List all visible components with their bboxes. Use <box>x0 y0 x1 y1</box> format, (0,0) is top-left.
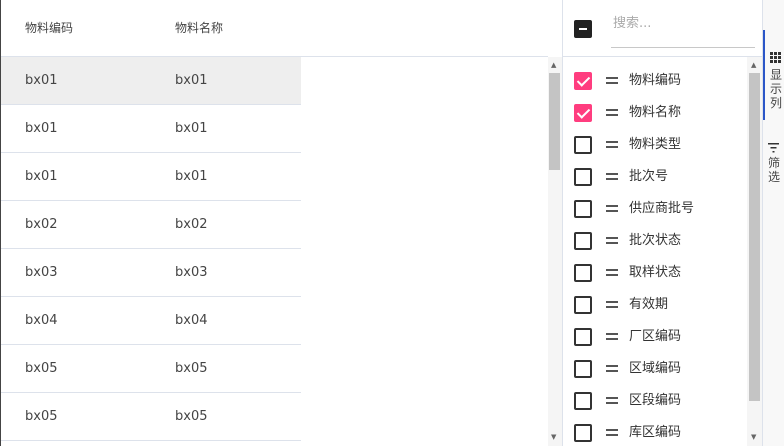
column-label: 批次号 <box>629 169 669 184</box>
column-list-item[interactable]: 有效期 <box>563 289 747 321</box>
grid-header: 物料编码 物料名称 <box>1 0 548 57</box>
cell-material-code[interactable]: bx01 <box>25 153 58 200</box>
grid-vertical-scrollbar[interactable]: ▲ ▼ <box>548 57 562 446</box>
column-visibility-checkbox[interactable] <box>574 424 592 442</box>
cell-material-code[interactable]: bx01 <box>25 57 58 104</box>
columns-panel-header <box>563 0 763 57</box>
column-visibility-checkbox[interactable] <box>574 136 592 154</box>
cell-material-code[interactable]: bx05 <box>25 345 58 392</box>
column-label: 物料类型 <box>629 137 682 152</box>
cell-material-name[interactable]: bx03 <box>175 249 208 296</box>
drag-handle-icon[interactable] <box>606 77 618 85</box>
column-label: 物料编码 <box>629 73 682 88</box>
column-label: 区段编码 <box>629 393 682 408</box>
table-row[interactable]: bx01 bx01 <box>1 57 301 105</box>
cell-material-name[interactable]: bx01 <box>175 153 208 200</box>
drag-handle-icon[interactable] <box>606 365 618 373</box>
column-visibility-checkbox[interactable] <box>574 264 592 282</box>
scroll-down-arrow-icon[interactable]: ▼ <box>751 433 756 441</box>
column-visibility-checkbox[interactable] <box>574 168 592 186</box>
cell-material-code[interactable]: bx03 <box>25 249 58 296</box>
column-search-input[interactable] <box>611 10 755 48</box>
column-label: 供应商批号 <box>629 201 695 216</box>
cell-material-name[interactable]: bx02 <box>175 201 208 248</box>
column-label: 库区编码 <box>629 425 682 440</box>
column-visibility-checkbox[interactable] <box>574 392 592 410</box>
tab-filters[interactable]: 筛选 <box>763 130 784 190</box>
column-label: 厂区编码 <box>629 329 682 344</box>
drag-handle-icon[interactable] <box>606 397 618 405</box>
column-list-item[interactable]: 物料编码 <box>563 65 747 97</box>
cell-material-name[interactable]: bx05 <box>175 345 208 392</box>
cell-material-name[interactable]: bx01 <box>175 57 208 104</box>
column-label: 物料名称 <box>629 105 682 120</box>
scroll-up-arrow-icon[interactable]: ▲ <box>751 61 756 69</box>
header-material-name[interactable]: 物料名称 <box>175 0 223 56</box>
scroll-down-arrow-icon[interactable]: ▼ <box>551 433 556 441</box>
cell-material-code[interactable]: bx02 <box>25 201 58 248</box>
column-label: 区域编码 <box>629 361 682 376</box>
drag-handle-icon[interactable] <box>606 237 618 245</box>
cell-material-code[interactable]: bx05 <box>25 393 58 440</box>
table-row[interactable]: bx01 bx01 <box>1 153 301 201</box>
column-list-item[interactable]: 批次号 <box>563 161 747 193</box>
column-label: 有效期 <box>629 297 669 312</box>
filter-icon <box>768 143 779 153</box>
column-list-item[interactable]: 物料类型 <box>563 129 747 161</box>
tab-columns-label: 显示列 <box>770 68 783 110</box>
drag-handle-icon[interactable] <box>606 301 618 309</box>
scrollbar-thumb[interactable] <box>549 73 560 170</box>
cell-material-code[interactable]: bx01 <box>25 105 58 152</box>
column-list-item[interactable]: 物料名称 <box>563 97 747 129</box>
table-row[interactable]: bx05 bx05 <box>1 345 301 393</box>
column-list-scrollbar[interactable]: ▲ ▼ <box>747 57 762 446</box>
column-list-item[interactable]: 库区编码 <box>563 417 747 446</box>
column-list: 物料编码物料名称物料类型批次号供应商批号批次状态取样状态有效期厂区编码区域编码区… <box>563 57 747 446</box>
column-visibility-checkbox[interactable] <box>574 72 592 90</box>
drag-handle-icon[interactable] <box>606 141 618 149</box>
grid-icon <box>770 52 781 63</box>
cell-material-code[interactable]: bx04 <box>25 297 58 344</box>
table-row[interactable]: bx05 bx05 <box>1 393 301 441</box>
column-visibility-checkbox[interactable] <box>574 232 592 250</box>
drag-handle-icon[interactable] <box>606 109 618 117</box>
column-label: 取样状态 <box>629 265 682 280</box>
column-list-item[interactable]: 供应商批号 <box>563 193 747 225</box>
columns-tool-panel: 物料编码物料名称物料类型批次号供应商批号批次状态取样状态有效期厂区编码区域编码区… <box>562 0 763 446</box>
tab-columns[interactable]: 显示列 <box>763 30 784 120</box>
grid-body: bx01 bx01 bx01 bx01 bx01 bx01 bx02 bx02 bx03 bx03… <box>1 57 301 441</box>
drag-handle-icon[interactable] <box>606 173 618 181</box>
column-visibility-checkbox[interactable] <box>574 328 592 346</box>
drag-handle-icon[interactable] <box>606 333 618 341</box>
drag-handle-icon[interactable] <box>606 205 618 213</box>
column-list-item[interactable]: 取样状态 <box>563 257 747 289</box>
drag-handle-icon[interactable] <box>606 269 618 277</box>
cell-material-name[interactable]: bx04 <box>175 297 208 344</box>
column-list-item[interactable]: 区域编码 <box>563 353 747 385</box>
cell-material-name[interactable]: bx05 <box>175 393 208 440</box>
header-material-code[interactable]: 物料编码 <box>25 0 73 56</box>
column-list-item[interactable]: 厂区编码 <box>563 321 747 353</box>
select-all-checkbox[interactable] <box>574 20 592 38</box>
column-list-item[interactable]: 批次状态 <box>563 225 747 257</box>
column-visibility-checkbox[interactable] <box>574 360 592 378</box>
column-visibility-checkbox[interactable] <box>574 104 592 122</box>
table-row[interactable]: bx04 bx04 <box>1 297 301 345</box>
column-visibility-checkbox[interactable] <box>574 200 592 218</box>
table-row[interactable]: bx03 bx03 <box>1 249 301 297</box>
table-row[interactable]: bx01 bx01 <box>1 105 301 153</box>
drag-handle-icon[interactable] <box>606 429 618 437</box>
side-bar: 显示列 筛选 <box>762 0 784 446</box>
cell-material-name[interactable]: bx01 <box>175 105 208 152</box>
column-list-item[interactable]: 区段编码 <box>563 385 747 417</box>
column-label: 批次状态 <box>629 233 682 248</box>
column-visibility-checkbox[interactable] <box>574 296 592 314</box>
data-grid-screen: 物料编码 物料名称 bx01 bx01 bx01 bx01 bx01 bx01 bx02 bx… <box>0 0 784 446</box>
table-row[interactable]: bx02 bx02 <box>1 201 301 249</box>
tab-filters-label: 筛选 <box>768 156 781 184</box>
scrollbar-thumb[interactable] <box>749 73 760 401</box>
scroll-up-arrow-icon[interactable]: ▲ <box>551 61 556 69</box>
